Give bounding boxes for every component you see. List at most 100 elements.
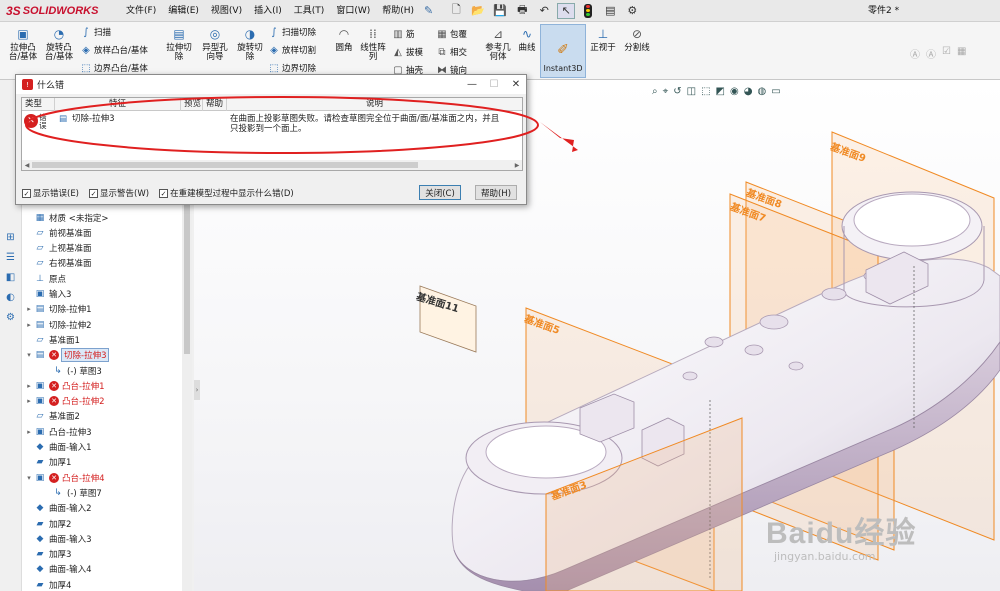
select-pointer-icon[interactable]: ↖ [557, 2, 576, 19]
dialog-titlebar[interactable]: ! 什么错 [16, 75, 526, 94]
reference-geometry-button[interactable]: ⊿ 参考几 何体 [482, 26, 514, 62]
col-feature[interactable]: 特征 [55, 98, 181, 111]
menu-view[interactable]: 视图(V) [205, 0, 248, 22]
property-manager-tab-icon[interactable]: ☰ [3, 250, 19, 264]
tree-item[interactable]: ◆ 曲面-输入1 [24, 440, 92, 455]
intersect-button[interactable]: ⧉ 相交 [436, 46, 467, 59]
tree-item[interactable]: ▸ ▤ 切除-拉伸2 [24, 317, 91, 332]
lofted-cut-button[interactable]: ◈ 放样切割 [268, 44, 316, 57]
tree-item[interactable]: ▱ 右视基准面 [24, 256, 92, 271]
pin-menu-icon[interactable]: ✎ [424, 4, 433, 17]
display-manager-tab-icon[interactable]: ◐ [3, 290, 19, 304]
tree-item[interactable]: ▸ ▣ 凸台-拉伸3 [24, 424, 91, 439]
sweep-button[interactable]: ∫ 扫描 [80, 26, 111, 39]
expand-arrow-icon[interactable]: ▾ [24, 351, 34, 359]
help-button[interactable]: 帮助(H) [475, 185, 517, 200]
tree-item[interactable]: ▾ ▤ ✕ 切除-拉伸3 [24, 348, 110, 363]
revolve-cut-button[interactable]: ◑ 旋转切除 [234, 26, 266, 62]
curves-button[interactable]: ∿ 曲线 [514, 26, 540, 53]
scroll-left-icon[interactable]: ◀ [22, 160, 32, 170]
feature-manager-tab-icon[interactable]: ⊞ [3, 230, 19, 244]
tree-item[interactable]: ▱ 前视基准面 [24, 225, 92, 240]
close-button[interactable]: 关闭(C) [419, 185, 461, 200]
show-errors-checkbox[interactable]: ✓ 显示错误(E) [22, 187, 79, 199]
tree-item[interactable]: ↳ (-) 草图3 [42, 363, 102, 378]
configuration-tab-icon[interactable]: ◧ [3, 270, 19, 284]
tree-item[interactable]: ▰ 加厚3 [24, 547, 72, 562]
hole-wizard-button[interactable]: ◎ 异型孔 向导 [198, 26, 232, 62]
error-list-hscrollbar[interactable]: ◀ ▶ [22, 160, 522, 170]
menu-file[interactable]: 文件(F) [120, 0, 162, 22]
tree-item[interactable]: ▱ 上视基准面 [24, 241, 92, 256]
extrude-cut-button[interactable]: ▤ 拉伸切除 [162, 26, 196, 62]
col-preview[interactable]: 预览 [181, 98, 203, 111]
tree-item[interactable]: ▰ 加厚2 [24, 516, 72, 531]
instant3d-button[interactable]: ✐ Instant3D [540, 24, 586, 78]
tree-item[interactable]: ▱ 基准面1 [24, 332, 80, 347]
tree-item[interactable]: ⊥ 原点 [24, 271, 66, 286]
menu-window[interactable]: 窗口(W) [330, 0, 376, 22]
tree-item[interactable]: ◆ 曲面-输入2 [24, 501, 92, 516]
expand-arrow-icon[interactable]: ▸ [24, 382, 34, 390]
menu-edit[interactable]: 编辑(E) [162, 0, 205, 22]
tree-item[interactable]: ↳ (-) 草图7 [42, 485, 102, 500]
print-icon[interactable]: 🖶 [513, 3, 531, 19]
undo-icon[interactable]: ↶ [535, 3, 553, 19]
split-line-button[interactable]: ⊘ 分割线 [620, 26, 654, 53]
rib-button[interactable]: ▥ 筋 [392, 28, 414, 41]
draft-button[interactable]: ◭ 拔模 [392, 46, 423, 59]
minimize-icon[interactable]: — [460, 75, 484, 94]
wrap-button[interactable]: ▦ 包覆 [436, 28, 467, 41]
show-on-rebuild-checkbox[interactable]: ✓ 在重建模型过程中显示什么错(D) [159, 187, 294, 199]
expand-arrow-icon[interactable]: ▸ [24, 305, 34, 313]
tree-item[interactable]: ▸ ▣ ✕ 凸台-拉伸1 [24, 378, 104, 393]
rebuild-traffic-light-icon[interactable] [579, 3, 597, 19]
tree-item[interactable]: ◆ 曲面-输入3 [24, 531, 92, 546]
show-warnings-checkbox[interactable]: ✓ 显示警告(W) [89, 187, 149, 199]
options-gear-icon[interactable]: ⚙ [623, 3, 641, 19]
file-properties-icon[interactable]: ▤ [601, 3, 619, 19]
note-tool-icon[interactable]: Ⓐ [926, 46, 936, 61]
menu-help[interactable]: 帮助(H) [376, 0, 420, 22]
hscroll-thumb[interactable] [32, 162, 418, 168]
grid-tool-icon[interactable]: ▦ [957, 46, 966, 61]
expand-arrow-icon[interactable]: ▸ [24, 397, 34, 405]
revolve-boss-button[interactable]: ◔ 旋转凸 台/基体 [42, 26, 76, 62]
panel-collapse-handle[interactable]: › [194, 380, 200, 400]
close-icon[interactable]: ✕ [504, 75, 528, 94]
tree-item[interactable]: ▸ ▣ ✕ 凸台-拉伸2 [24, 394, 104, 409]
swept-cut-button[interactable]: ∫ 扫描切除 [268, 26, 316, 39]
fillet-button[interactable]: ◠ 圆角 [330, 26, 358, 53]
extrude-boss-button[interactable]: ▣ 拉伸凸 台/基体 [6, 26, 40, 62]
tree-item[interactable]: ◆ 曲面-输入4 [24, 562, 92, 577]
boundary-boss-button[interactable]: ⬚ 边界凸台/基体 [80, 62, 148, 75]
tree-item[interactable]: ▰ 加厚1 [24, 455, 72, 470]
tree-item[interactable]: ▱ 基准面2 [24, 409, 80, 424]
checkbox-tool-icon[interactable]: ☑ [942, 46, 951, 61]
tree-item[interactable]: ▣ 输入3 [24, 287, 72, 302]
menu-insert[interactable]: 插入(I) [248, 0, 288, 22]
boundary-cut-button[interactable]: ⬚ 边界切除 [268, 62, 316, 75]
tree-item[interactable]: ▰ 加厚4 [24, 577, 72, 591]
col-description[interactable]: 说明 [227, 98, 522, 111]
tree-item[interactable]: ▸ ▤ 切除-拉伸1 [24, 302, 91, 317]
col-help[interactable]: 帮助 [203, 98, 227, 111]
linear-pattern-button[interactable]: ⁞⁞ 线性阵列 [358, 26, 388, 62]
maximize-icon[interactable]: ☐ [482, 75, 506, 94]
save-icon[interactable]: 💾 [491, 3, 509, 19]
menu-tools[interactable]: 工具(T) [288, 0, 331, 22]
expand-arrow-icon[interactable]: ▸ [24, 321, 34, 329]
col-type[interactable]: 类型 [22, 98, 55, 111]
tree-item[interactable]: ▾ ▣ ✕ 凸台-拉伸4 [24, 470, 104, 485]
annotation-tool-icon[interactable]: Ⓐ [910, 46, 920, 61]
tree-item[interactable]: ▦ 材质 <未指定> [24, 210, 109, 225]
normal-to-button[interactable]: ⊥ 正视于 [588, 26, 618, 53]
loft-button[interactable]: ◈ 放样凸台/基体 [80, 44, 148, 57]
expand-arrow-icon[interactable]: ▸ [24, 428, 34, 436]
scroll-right-icon[interactable]: ▶ [512, 160, 522, 170]
expand-arrow-icon[interactable]: ▾ [24, 474, 34, 482]
error-row[interactable]: ✕ 错误 ▤ 切除-拉伸3 在曲面上投影草图失败。请检查草图完全位于曲面/面/基… [22, 112, 522, 136]
cam-tab-icon[interactable]: ⚙ [3, 310, 19, 324]
open-folder-icon[interactable]: 📂 [469, 3, 487, 19]
new-document-icon[interactable]: 🗋 [447, 3, 465, 19]
